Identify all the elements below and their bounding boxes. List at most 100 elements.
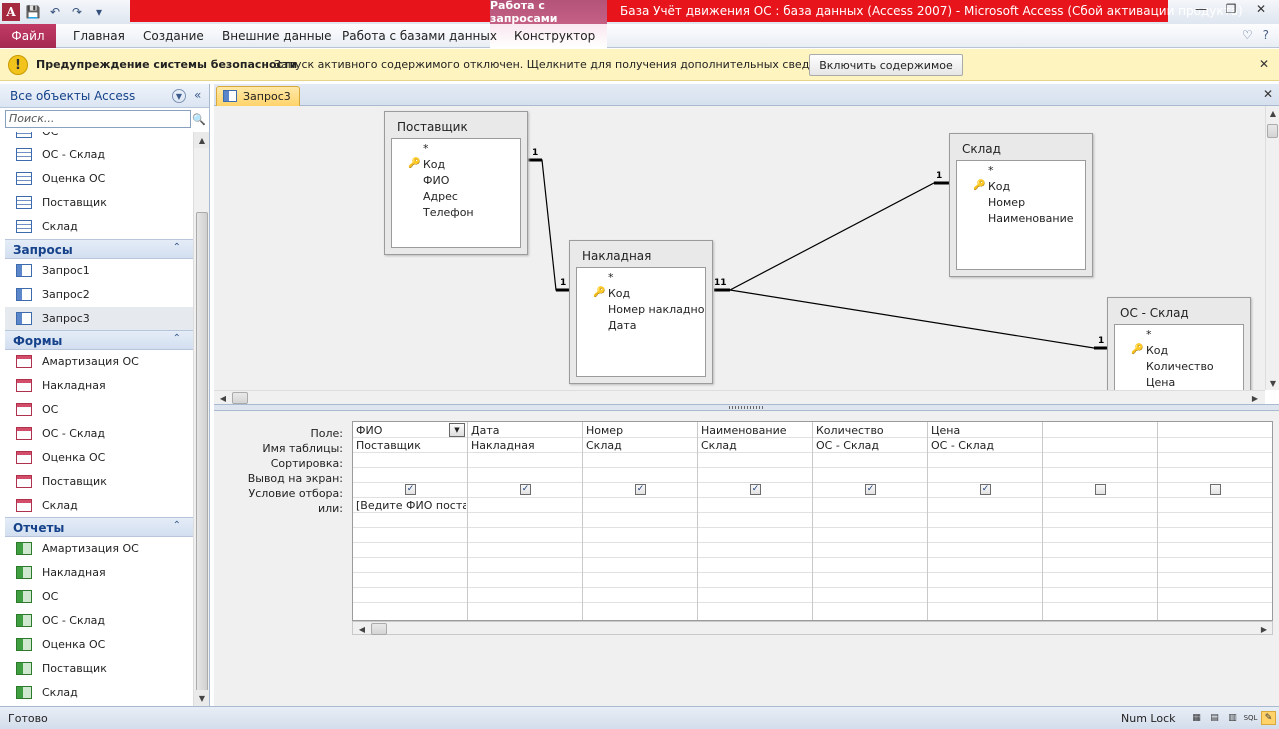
nav-item-report[interactable]: Амартизация ОС [5,537,193,561]
scroll-thumb[interactable] [1267,124,1278,138]
nav-item-table[interactable]: ОС - Склад [5,143,193,167]
tab-query3[interactable]: Запрос3 [216,86,300,106]
qbe-grid[interactable]: ФИО ▼ Поставщик ✓ [Ведите ФИО поставщика… [352,421,1273,621]
table-diagram-pane[interactable]: 1 1 11 1 1 Поставщик * 🔑 Код ФИО Адрес Те… [214,106,1265,390]
table-cell[interactable]: Накладная [471,439,581,452]
nav-item-report[interactable]: Склад [5,681,193,705]
field-list-warehouse[interactable]: Склад * 🔑 Код Номер Наименование [949,133,1093,277]
undo-icon[interactable]: ↶ [46,3,64,21]
pane-splitter[interactable] [214,404,1279,411]
nav-item-form[interactable]: ОС [5,398,193,422]
close-icon[interactable]: ✕ [1249,0,1273,18]
grid-column[interactable] [1158,422,1272,620]
table-cell[interactable]: Склад [701,439,811,452]
datasheet-view-icon[interactable]: ▦ [1189,711,1204,725]
close-icon[interactable]: ✕ [1259,57,1269,71]
nav-item-form[interactable]: Поставщик [5,470,193,494]
nav-item-report[interactable]: ОС - Склад [5,609,193,633]
grid-horizontal-scrollbar[interactable]: ◀ ▶ [352,621,1273,635]
scroll-thumb[interactable] [196,212,208,692]
expand-ribbon-icon[interactable]: ♡ [1242,28,1253,42]
field-cell[interactable]: Цена [931,424,1041,437]
tab-home[interactable]: Главная [73,29,125,43]
nav-item-form[interactable]: Накладная [5,374,193,398]
scroll-up-icon[interactable]: ▲ [194,132,209,148]
field-cell[interactable]: Количество [816,424,926,437]
grid-column[interactable]: Наименование Склад ✓ [698,422,813,620]
nav-item-form[interactable]: Склад [5,494,193,518]
grid-column[interactable]: Количество ОС - Склад ✓ [813,422,928,620]
design-view-icon[interactable]: ✎ [1261,711,1276,725]
enable-content-button[interactable]: Включить содержимое [809,54,963,76]
minimize-icon[interactable]: — [1189,0,1213,18]
nav-item-query[interactable]: Запрос2 [5,283,193,307]
nav-item-form[interactable]: Оценка ОС [5,446,193,470]
nav-item-report[interactable]: Поставщик [5,657,193,681]
pivot-table-view-icon[interactable]: ▤ [1207,711,1222,725]
show-checkbox[interactable]: ✓ [405,484,416,495]
show-checkbox[interactable]: ✓ [980,484,991,495]
nav-group-reports[interactable]: Отчеты ⌃ [5,517,193,537]
access-app-icon[interactable]: A [2,3,20,21]
splitter-grip[interactable] [729,406,765,409]
table-cell[interactable]: Поставщик [356,439,466,452]
scroll-up-icon[interactable]: ▲ [1266,106,1279,120]
search-icon[interactable]: 🔍 [191,111,207,127]
chevron-down-icon[interactable]: ▼ [449,423,465,437]
help-icon[interactable]: ? [1263,28,1269,42]
scroll-left-icon[interactable]: ◀ [216,391,230,405]
tab-file[interactable]: Файл [0,24,56,48]
scroll-right-icon[interactable]: ▶ [1257,622,1271,636]
field-list-supplier[interactable]: Поставщик * 🔑 Код ФИО Адрес Телефон [384,111,528,255]
scroll-down-icon[interactable]: ▼ [194,690,209,706]
scroll-down-icon[interactable]: ▼ [1266,376,1279,390]
scroll-thumb[interactable] [371,623,387,635]
field-list-invoice[interactable]: Накладная * 🔑 Код Номер накладной Дата [569,240,713,384]
show-checkbox[interactable] [1095,484,1106,495]
show-checkbox[interactable]: ✓ [750,484,761,495]
nav-item-table[interactable]: Склад [5,215,193,239]
grid-column[interactable]: ФИО ▼ Поставщик ✓ [Ведите ФИО поставщика… [353,422,468,620]
field-list-os-warehouse[interactable]: ОС - Склад * 🔑 Код Количество Цена [1107,297,1251,390]
save-icon[interactable]: 💾 [24,3,42,21]
security-warning-message[interactable]: Запуск активного содержимого отключен. Щ… [274,58,841,71]
nav-item-query[interactable]: Запрос3 [5,307,193,331]
show-checkbox[interactable]: ✓ [865,484,876,495]
field-cell[interactable]: ФИО [356,424,446,437]
nav-item-form[interactable]: Амартизация ОС [5,350,193,374]
shutter-bar-collapse-icon[interactable]: « [194,88,201,102]
criteria-cell[interactable]: [Ведите ФИО поставщика] [356,499,466,512]
field-cell[interactable]: Наименование [701,424,811,437]
nav-item-report[interactable]: ОС [5,585,193,609]
sql-view-button[interactable]: SQL [1243,711,1258,725]
scroll-thumb[interactable] [232,392,248,404]
scroll-right-icon[interactable]: ▶ [1248,391,1262,405]
grid-column[interactable]: Дата Накладная ✓ [468,422,583,620]
nav-item-report[interactable]: Накладная [5,561,193,585]
pivot-chart-view-icon[interactable]: ▥ [1225,711,1240,725]
tab-external-data[interactable]: Внешние данные [222,29,331,43]
nav-vertical-scrollbar[interactable]: ▲ ▼ [193,132,209,706]
tab-design[interactable]: Конструктор [514,29,595,43]
tab-database-tools[interactable]: Работа с базами данных [342,29,497,43]
grid-column[interactable]: Цена ОС - Склад ✓ [928,422,1043,620]
nav-group-forms[interactable]: Формы ⌃ [5,330,193,350]
table-cell[interactable]: ОС - Склад [931,439,1041,452]
redo-icon[interactable]: ↷ [68,3,86,21]
close-icon[interactable]: ✕ [1263,87,1273,101]
diagram-horizontal-scrollbar[interactable]: ◀ ▶ [214,390,1265,404]
field-cell[interactable]: Дата [471,424,581,437]
nav-item-table[interactable]: Оценка ОС [5,167,193,191]
nav-pane-title[interactable]: Все объекты Access [10,89,135,103]
scroll-left-icon[interactable]: ◀ [355,622,369,636]
nav-item-table[interactable]: Поставщик [5,191,193,215]
grid-column[interactable] [1043,422,1158,620]
nav-item-report[interactable]: Оценка ОС [5,633,193,657]
diagram-vertical-scrollbar[interactable]: ▲ ▼ [1265,106,1279,390]
field-cell[interactable]: Номер [586,424,696,437]
show-checkbox[interactable] [1210,484,1221,495]
table-cell[interactable]: ОС - Склад [816,439,926,452]
table-cell[interactable]: Склад [586,439,696,452]
customize-qat-icon[interactable]: ▾ [90,3,108,21]
grid-column[interactable]: Номер Склад ✓ [583,422,698,620]
